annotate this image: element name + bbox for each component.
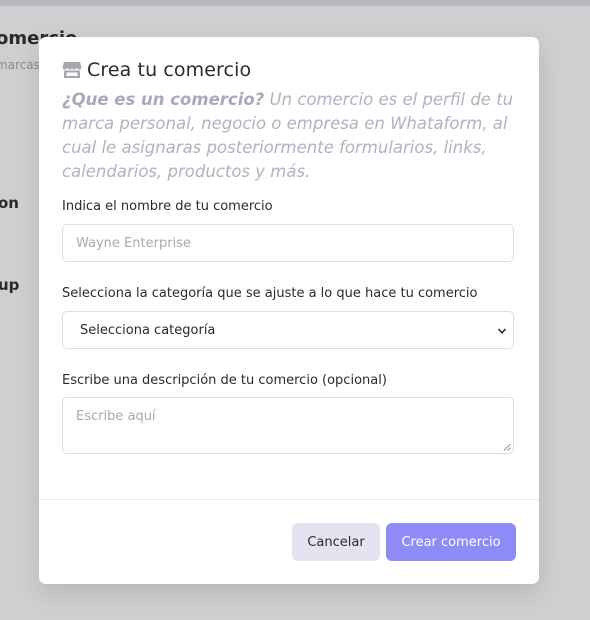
modal-title: Crea tu comercio xyxy=(87,59,252,81)
resize-handle-icon[interactable] xyxy=(503,443,511,451)
business-name-input[interactable]: Wayne Enterprise xyxy=(62,224,514,262)
backdrop-topbar xyxy=(0,0,590,6)
chevron-down-icon xyxy=(497,328,507,334)
modal-description: ¿Que es un comercio? Un comercio es el p… xyxy=(62,88,522,184)
business-name-label: Indica el nombre de tu comercio xyxy=(62,199,273,214)
footer-divider xyxy=(39,499,539,500)
create-business-button[interactable]: Crear comercio xyxy=(386,523,516,561)
description-textarea[interactable]: Escribe aquí xyxy=(62,397,514,454)
background-menu-item: up xyxy=(0,276,20,294)
category-select[interactable]: Selecciona categoría xyxy=(62,311,514,349)
modal-header: Crea tu comercio xyxy=(62,59,251,81)
description-label: Escribe una descripción de tu comercio (… xyxy=(62,373,387,388)
category-label: Selecciona la categoría que se ajuste a … xyxy=(62,286,478,301)
cancel-button[interactable]: Cancelar xyxy=(292,523,380,561)
create-business-modal: Crea tu comercio ¿Que es un comercio? Un… xyxy=(39,37,539,584)
intro-question: ¿Que es un comercio? xyxy=(62,90,265,109)
business-name-placeholder: Wayne Enterprise xyxy=(76,236,191,251)
description-placeholder: Escribe aquí xyxy=(76,409,156,424)
store-icon xyxy=(62,62,82,78)
background-menu-item: on xyxy=(0,194,19,212)
category-selected-value: Selecciona categoría xyxy=(80,323,216,338)
background-page-subtitle: marcas xyxy=(0,58,40,72)
